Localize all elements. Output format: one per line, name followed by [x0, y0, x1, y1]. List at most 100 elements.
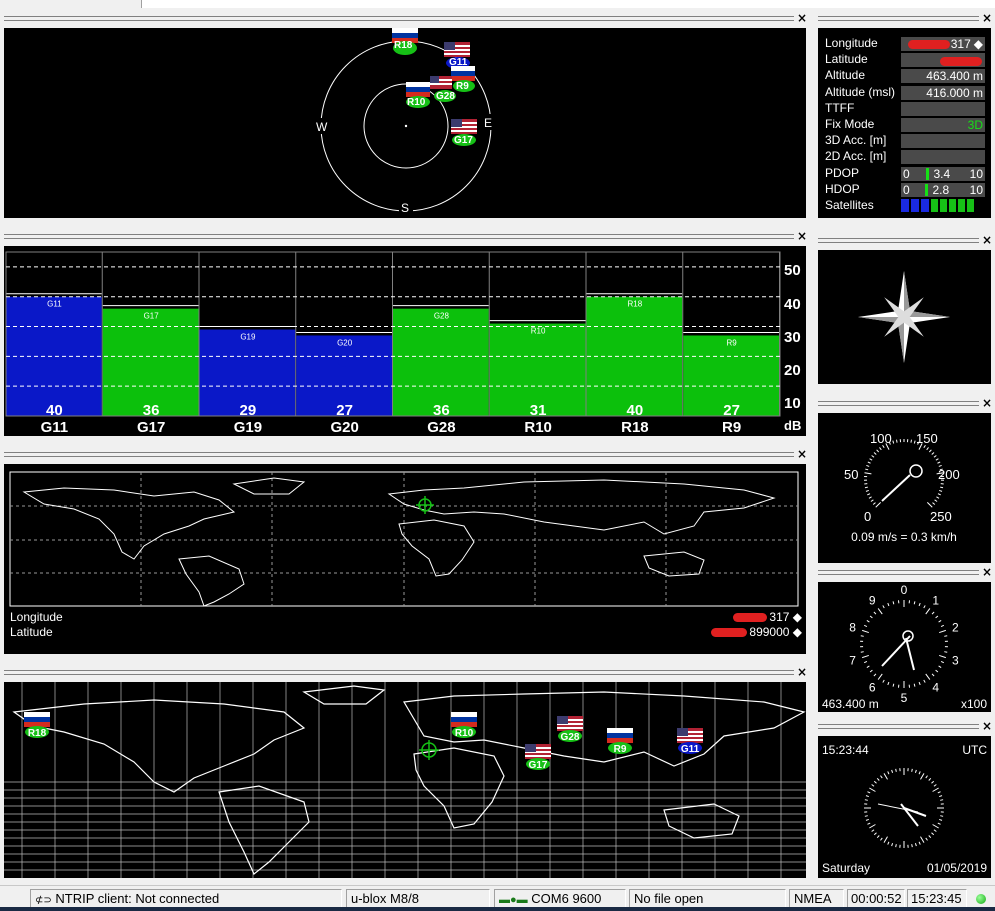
map-satellite-g28[interactable]: G28: [557, 716, 583, 743]
pdop-bar: 0 3.4 10: [901, 166, 985, 181]
info-value: 3D: [901, 117, 985, 132]
serial-port-icon: ▬●▬: [499, 894, 528, 906]
sky-view-pane: × W E S R18 G11 R9 G28 R10 G17: [0, 10, 810, 225]
pane-titlebar[interactable]: ×: [814, 718, 995, 736]
clock-date: 01/05/2019: [927, 861, 987, 875]
compass-canvas: [818, 250, 991, 384]
pane-titlebar[interactable]: ×: [814, 10, 995, 28]
pane-titlebar[interactable]: ×: [0, 446, 810, 464]
close-icon[interactable]: ×: [796, 11, 808, 25]
altimeter-label-4: 4: [932, 681, 939, 695]
signal-bar-g11[interactable]: G1140G11: [6, 293, 102, 436]
info-label: TTFF: [825, 100, 855, 115]
satellite-count-bar: [949, 198, 956, 212]
sky-satellite-r10[interactable]: R10: [406, 82, 430, 108]
pane-titlebar[interactable]: ×: [0, 228, 810, 246]
close-icon[interactable]: ×: [981, 719, 993, 733]
close-icon[interactable]: ×: [981, 233, 993, 247]
close-icon[interactable]: ×: [796, 447, 808, 461]
pane-titlebar[interactable]: ×: [0, 664, 810, 682]
map-satellite-label: R9: [614, 744, 627, 755]
map-satellite-r10[interactable]: R10: [451, 712, 477, 739]
sky-satellite-r18[interactable]: R18: [392, 28, 418, 55]
map-satellite-label: G11: [681, 744, 700, 755]
altitude-readout: 463.400 m: [822, 697, 879, 711]
signal-bar-r10[interactable]: R1031R10: [489, 320, 586, 436]
altimeter-label-8: 8: [849, 620, 856, 634]
compass-pane: ×: [814, 232, 995, 390]
bar-satellite-label: G20: [330, 419, 358, 436]
svg-text:R9: R9: [456, 81, 469, 92]
map-satellite-r18[interactable]: R18: [24, 712, 50, 739]
close-icon[interactable]: ×: [796, 665, 808, 679]
pane-titlebar[interactable]: ×: [814, 232, 995, 250]
svg-text:G28: G28: [436, 91, 455, 102]
pane-titlebar[interactable]: ×: [814, 395, 995, 413]
bar-satellite-label: G28: [427, 419, 455, 436]
signal-bar-g20[interactable]: G2027G20: [296, 331, 392, 436]
document-tab[interactable]: [0, 0, 142, 8]
close-icon[interactable]: ×: [796, 229, 808, 243]
clock-day: Saturday: [822, 861, 870, 875]
latitude-label: Latitude: [10, 625, 53, 639]
status-led-icon: [976, 894, 986, 904]
receiver-status[interactable]: u-blox M8/8: [346, 889, 490, 909]
info-value: 416.000 m: [901, 85, 985, 100]
info-label: 2D Acc. [m]: [825, 149, 887, 164]
longitude-label: Longitude: [10, 610, 63, 624]
analog-clock: 15:23:44 UTC Saturday 01/05/2019: [822, 743, 987, 875]
ntrip-status[interactable]: ⊄⊃ NTRIP client: Not connected: [30, 889, 342, 909]
info-row-latitude: Latitude 899000◆: [825, 52, 985, 81]
info-value: [901, 150, 985, 165]
crosshair-icon: [419, 740, 439, 760]
map-satellite-r9[interactable]: R9: [607, 728, 633, 755]
latitude-value: 899000 ◆: [711, 625, 802, 639]
info-canvas: Longitude 317◆ Latitude 899000◆ Altitude 463.…: [818, 28, 991, 218]
sky-satellite-r9[interactable]: R9: [451, 66, 475, 92]
signal-bar-g19[interactable]: G1929G19: [199, 326, 296, 436]
tick-label-40: 40: [784, 296, 801, 313]
signal-strength-pane: × 50 40 30 20 10 dB G11 40 G11 G17 36 G17 G19 2…: [0, 228, 810, 440]
protocol-status[interactable]: NMEA: [789, 889, 844, 909]
close-icon[interactable]: ×: [981, 11, 993, 25]
close-icon[interactable]: ×: [981, 396, 993, 410]
satellite-map-pane: × R18 G11 R9 G28 R10 G17: [0, 664, 810, 882]
map-satellite-g11[interactable]: G11: [677, 728, 703, 755]
tick-label-50: 50: [784, 262, 801, 279]
signal-bar-r18[interactable]: R1840R18: [586, 293, 683, 436]
port-status[interactable]: ▬●▬ COM6 9600: [494, 889, 626, 909]
sky-satellite-g11[interactable]: G11: [444, 42, 470, 69]
satellite-count-bar: [911, 198, 919, 212]
info-row-fix-mode: Fix Mode 3D: [825, 117, 985, 133]
compass-rose-icon: [858, 271, 950, 363]
map-satellite-label: G28: [561, 732, 580, 743]
hdop-row: HDOP 0 2.8 10: [825, 181, 985, 197]
bar-inline-label: R10: [531, 327, 546, 336]
pdop-row: PDOP 0 3.4 10: [825, 165, 985, 181]
speedometer-pane: × 50 100 150 200 250 0 0.09 m/s = 0.3 km…: [814, 395, 995, 569]
altimeter-label-0: 0: [901, 583, 908, 597]
info-row-altitude-msl: Altitude (msl) 416.000 m: [825, 85, 985, 101]
clock-minute-hand: [900, 803, 919, 827]
signal-bar-r9[interactable]: R927R9: [683, 331, 779, 436]
bar-inline-label: G17: [144, 312, 160, 321]
map-satellite-g17[interactable]: G17: [525, 744, 551, 771]
bar-satellite-label: G19: [234, 419, 262, 436]
map-satellite-label: R18: [28, 728, 47, 739]
altimeter-label-7: 7: [849, 654, 856, 668]
info-row-3d-acc-m: 3D Acc. [m]: [825, 133, 985, 149]
altimeter-canvas: 463.400 m x100 0 12 34 5 67 89: [818, 582, 991, 712]
tick-label-10: 10: [784, 395, 801, 412]
hdop-bar: 0 2.8 10: [901, 182, 985, 197]
close-icon[interactable]: ×: [981, 565, 993, 579]
sky-satellite-g17[interactable]: G17: [451, 119, 477, 146]
altitude-multiplier: x100: [961, 697, 987, 711]
pane-titlebar[interactable]: ×: [814, 564, 995, 582]
tick-label-30: 30: [784, 329, 801, 346]
file-status[interactable]: No file open: [629, 889, 786, 909]
bar-inline-label: G28: [434, 312, 450, 321]
bar-satellite-label: R10: [524, 419, 552, 436]
pane-titlebar[interactable]: ×: [0, 10, 810, 28]
map-satellite-label: R10: [455, 728, 474, 739]
altimeter-needle-short: [905, 637, 915, 671]
